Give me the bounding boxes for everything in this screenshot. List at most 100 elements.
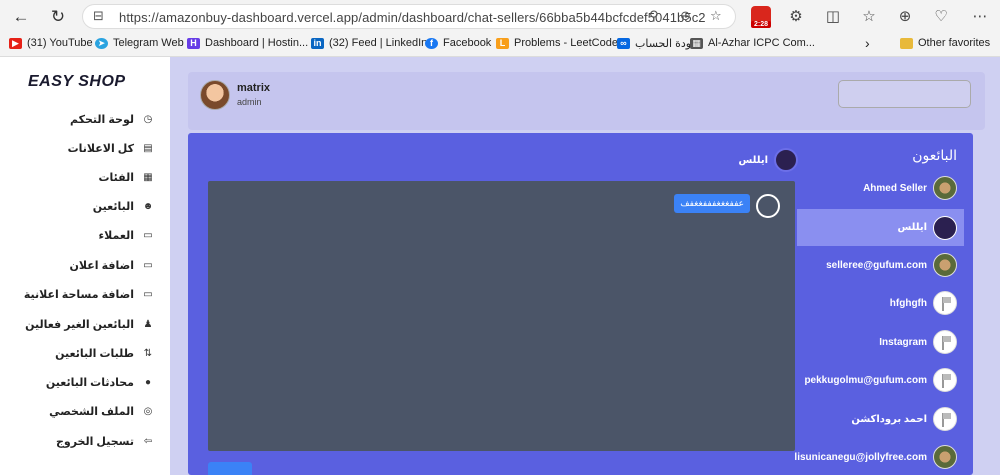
- bookmark-label: Telegram Web: [113, 37, 184, 49]
- seller-avatar: [933, 368, 957, 392]
- bookmark-meta[interactable]: ∞ جودة الحساب: [617, 37, 698, 50]
- default-avatar-icon: [942, 374, 949, 388]
- seller-avatar: [933, 330, 957, 354]
- seller-name: احمد بروداكشن: [851, 413, 927, 425]
- sidebar-item[interactable]: ▦ الفئات: [99, 167, 155, 187]
- main-content: matrix admin البائعون Ahmed Seller ايللس s…: [170, 57, 1000, 475]
- bookmark-label: Dashboard | Hostin...: [205, 37, 309, 49]
- more-menu-icon[interactable]: ⋯: [970, 7, 990, 25]
- seller-item[interactable]: احمد بروداكشن: [781, 404, 957, 434]
- seller-name: ايللس: [897, 222, 927, 233]
- sidebar-item[interactable]: ◷ لوحة التحكم: [70, 109, 154, 129]
- bookmarks-bar: ▶ (31) YouTube ➤ Telegram Web H Dashboard |…: [0, 33, 1000, 57]
- seller-item[interactable]: hfghgfh: [781, 288, 957, 318]
- seller-name: Ahmed Seller: [863, 182, 927, 194]
- sidebar-item-label: العملاء: [98, 229, 134, 242]
- seller-name: lisunicanegu@jollyfree.com: [794, 451, 927, 463]
- sidebar-item-label: الفئات: [98, 171, 135, 184]
- card-icon: ▭: [143, 259, 153, 271]
- chat-icon: ●: [144, 376, 152, 388]
- bookmark-label: جودة الحساب: [635, 38, 699, 50]
- card-icon: ▭: [143, 229, 153, 241]
- back-arrow-icon[interactable]: ←: [10, 6, 32, 28]
- bookmark-other-favorites[interactable]: Other favorites: [900, 37, 990, 49]
- seller-item[interactable]: lisunicanegu@jollyfree.com: [781, 442, 957, 472]
- key-icon[interactable]: ⚲: [649, 8, 659, 24]
- sidebar-item[interactable]: ⇦ تسجيل الخروج: [56, 431, 154, 451]
- bookmark-leetcode[interactable]: L Problems - LeetCode: [496, 37, 618, 49]
- extension-clock-icon[interactable]: 2:28: [751, 6, 771, 28]
- send-button[interactable]: [208, 462, 252, 475]
- sidebar-item[interactable]: ▭ اضافة مساحة اعلانية: [24, 284, 154, 304]
- chat-partner-name: ايللس: [738, 154, 768, 166]
- user-x-icon: ♟: [143, 318, 153, 330]
- favorite-star-icon[interactable]: ☆: [710, 8, 722, 24]
- app-logo[interactable]: EASY SHOP: [28, 73, 126, 91]
- seller-name: pekkugolmu@gufum.com: [804, 374, 927, 386]
- bookmark-label: Problems - LeetCode: [514, 37, 618, 49]
- seller-item[interactable]: pekkugolmu@gufum.com: [781, 365, 957, 395]
- browser-essentials-icon[interactable]: ♡: [931, 7, 951, 25]
- reload-icon[interactable]: ↻: [47, 6, 69, 28]
- seller-name: Instagram: [879, 336, 927, 348]
- sidebar-item[interactable]: ● محادثات البائعين: [46, 372, 154, 392]
- grid-icon: ▦: [143, 171, 153, 183]
- seller-avatar: [933, 253, 957, 277]
- user-name: matrix: [237, 82, 271, 94]
- chat-messages-area[interactable]: عففغغغفففغغفف: [208, 181, 795, 451]
- search-input[interactable]: [838, 80, 971, 108]
- bookmark-hostinger[interactable]: H Dashboard | Hostin...: [187, 37, 308, 49]
- seller-item[interactable]: ايللس: [797, 209, 964, 246]
- seller-avatar: [933, 445, 957, 469]
- youtube-icon: ▶: [9, 37, 22, 49]
- favorites-icon[interactable]: ☆: [859, 7, 879, 25]
- site-info-icon[interactable]: ⊟: [93, 8, 104, 24]
- seller-item[interactable]: Instagram: [781, 327, 957, 357]
- extension-badge: 2:28: [751, 21, 771, 28]
- bookmarks-overflow-chevron-icon[interactable]: ›: [865, 35, 870, 51]
- sidebar-item[interactable]: ☻ البائعين: [93, 196, 154, 216]
- seller-avatar: [933, 176, 957, 200]
- bookmark-label: Other favorites: [918, 37, 991, 49]
- bookmark-facebook[interactable]: f Facebook: [425, 37, 491, 49]
- sidebar-item-label: اضافة مساحة اعلانية: [23, 288, 134, 301]
- url-text[interactable]: https://amazonbuy-dashboard.vercel.app/a…: [119, 10, 706, 25]
- sidebar-item-label: البائعين: [92, 200, 134, 213]
- chat-sellers-panel: البائعون Ahmed Seller ايللس selleree@gufum…: [188, 133, 973, 475]
- seller-avatar: [933, 407, 957, 431]
- sidebar-item-label: اضافة اعلان: [69, 259, 135, 272]
- sellers-title: البائعون: [912, 147, 957, 163]
- chat-header: ايللس: [708, 148, 798, 172]
- sidebar-item[interactable]: ▭ العملاء: [99, 225, 154, 245]
- seller-item[interactable]: Ahmed Seller: [781, 173, 957, 203]
- avatar[interactable]: [200, 80, 230, 110]
- address-bar[interactable]: ⊟ https://amazonbuy-dashboard.vercel.app…: [82, 4, 736, 29]
- sidebar-item[interactable]: ⇅ طلبات البائعين: [55, 343, 154, 363]
- leetcode-icon: L: [496, 37, 509, 49]
- default-avatar-icon: [942, 297, 949, 311]
- message-avatar: [756, 194, 780, 218]
- browser-toolbar: ← ↻ ⊟ https://amazonbuy-dashboard.vercel…: [0, 0, 1000, 33]
- zoom-icon[interactable]: ⊖: [680, 8, 691, 24]
- top-header: matrix admin: [188, 72, 985, 130]
- sidebar-item[interactable]: ▤ كل الاعلانات: [68, 138, 154, 158]
- sidebar-item-label: كل الاعلانات: [67, 142, 134, 155]
- sidebar-item-label: الملف الشخصي: [49, 405, 134, 418]
- card-icon: ▭: [143, 288, 153, 300]
- bookmark-youtube[interactable]: ▶ (31) YouTube: [9, 37, 93, 49]
- seller-item[interactable]: selleree@gufum.com: [781, 250, 957, 280]
- hostinger-icon: H: [187, 37, 200, 49]
- bookmark-telegram[interactable]: ➤ Telegram Web: [95, 37, 184, 49]
- split-screen-icon[interactable]: ◫: [823, 7, 843, 25]
- bookmark-icpc[interactable]: ▦ Al-Azhar ICPC Com...: [690, 37, 815, 49]
- sidebar-item[interactable]: ▭ اضافة اعلان: [70, 255, 155, 275]
- bookmark-label: Facebook: [443, 37, 492, 49]
- extensions-icon[interactable]: ⚙: [786, 7, 806, 25]
- request-icon: ⇅: [143, 347, 153, 359]
- sidebar-item[interactable]: ♟ البائعين الغير فعالين: [25, 314, 154, 334]
- sidebar-item[interactable]: ◎ الملف الشخصي: [49, 401, 154, 421]
- collections-icon[interactable]: ⊕: [895, 7, 915, 25]
- sidebar-item-label: البائعين الغير فعالين: [25, 318, 134, 331]
- bookmark-linkedin[interactable]: in (32) Feed | LinkedIn: [311, 37, 427, 49]
- meta-icon: ∞: [617, 38, 630, 49]
